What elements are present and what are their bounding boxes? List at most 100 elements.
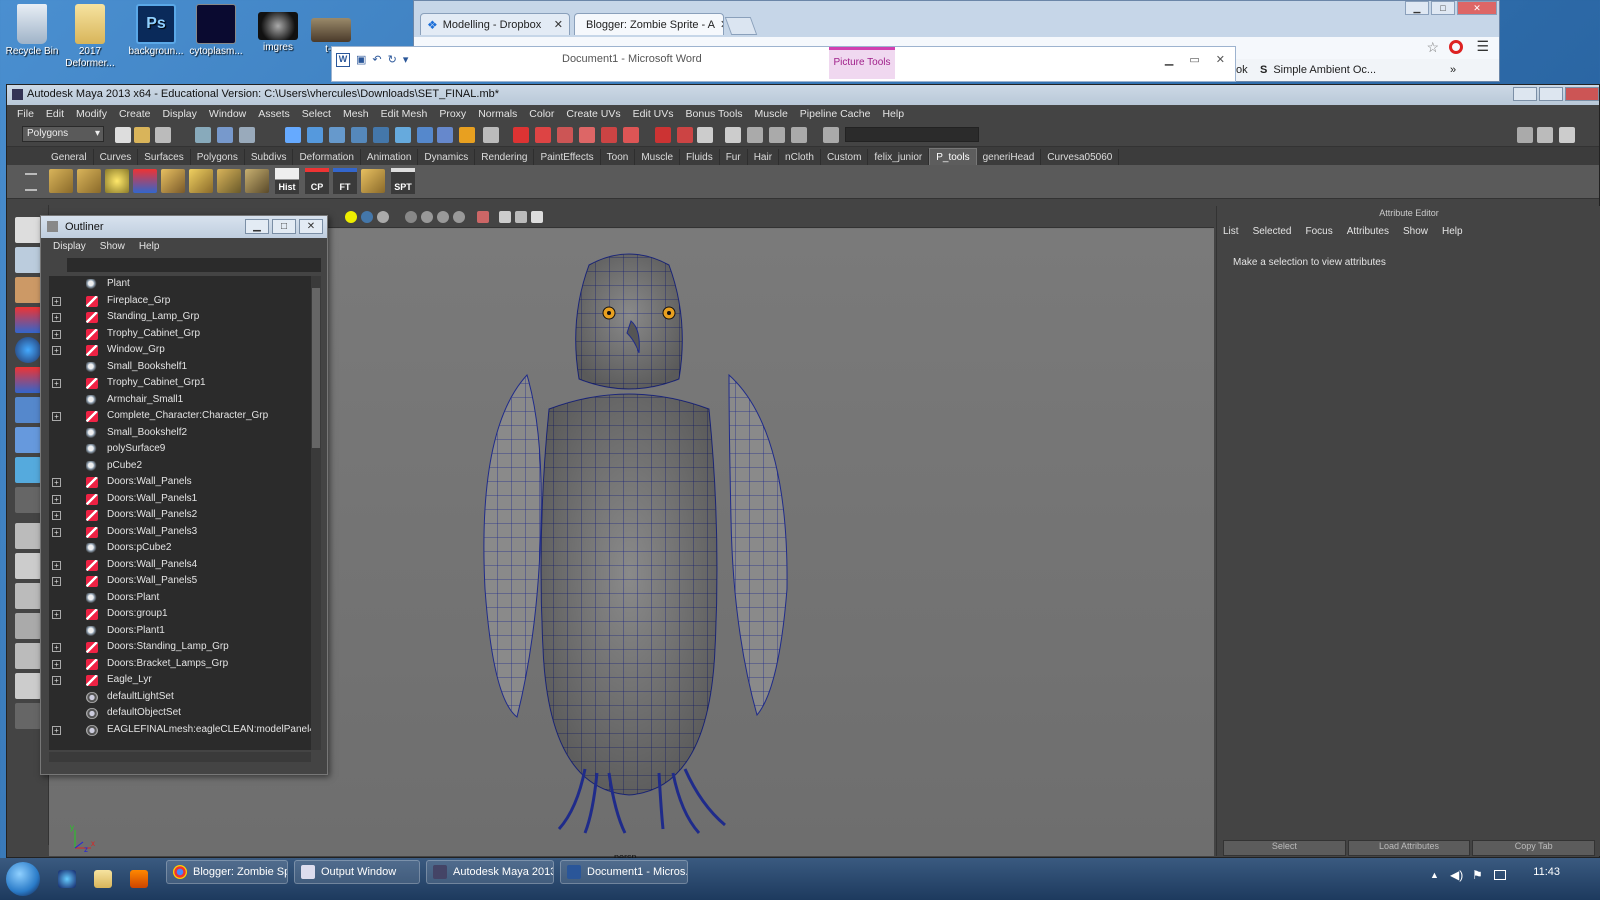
desktop-icon-folder[interactable]: 2017 Deformer... [60, 4, 120, 70]
internet-explorer-icon[interactable] [58, 870, 76, 888]
close-button[interactable] [1565, 87, 1599, 101]
scale-tool-icon[interactable] [15, 367, 41, 393]
minimize-button[interactable]: ▁ [245, 219, 269, 234]
snap-curve-icon[interactable] [307, 127, 323, 143]
browser-tab-dropbox[interactable]: ❖ Modelling - Dropbox ✕ [420, 13, 570, 35]
menu-display[interactable]: Display [162, 108, 196, 120]
shelf-tab-fur[interactable]: Fur [720, 149, 748, 165]
shelf-tab-subdivs[interactable]: Subdivs [245, 149, 294, 165]
maximize-button[interactable] [1539, 87, 1563, 101]
menu-set-dropdown[interactable]: Polygons ▾ [22, 126, 104, 142]
graph-editor-icon[interactable] [769, 127, 785, 143]
expand-icon[interactable]: + [52, 494, 61, 504]
close-button[interactable]: ✕ [1216, 53, 1225, 66]
history-icon[interactable] [417, 127, 433, 143]
outliner-item[interactable]: + Doors:Wall_Panels5 [49, 573, 311, 590]
menu-icon[interactable]: ☰ [1476, 38, 1489, 55]
layout-icon[interactable] [725, 127, 741, 143]
shelf-tab-painteffects[interactable]: PaintEffects [534, 149, 601, 165]
shelf-tab-p-tools[interactable]: P_tools [929, 148, 977, 165]
shelf-tool-icon[interactable] [361, 169, 385, 193]
close-icon[interactable]: ✕ [554, 18, 563, 31]
taskbar-item-chrome[interactable]: Blogger: Zombie Spri... [166, 860, 288, 884]
channel-box-toggle-icon[interactable] [1559, 127, 1575, 143]
copy-tab-button[interactable]: Copy Tab [1472, 840, 1596, 856]
shelf-tab-felix-junior[interactable]: felix_junior [868, 149, 930, 165]
shelf-tab-toon[interactable]: Toon [601, 149, 636, 165]
menu-edit-mesh[interactable]: Edit Mesh [381, 108, 428, 120]
expand-icon[interactable]: + [52, 296, 61, 306]
outliner-item[interactable]: + Eagle_Lyr [49, 672, 311, 689]
history-shelf-button[interactable]: Hist [275, 168, 299, 194]
construction-history-icon[interactable] [459, 127, 475, 143]
menu-color[interactable]: Color [529, 108, 554, 120]
expand-icon[interactable]: + [52, 478, 61, 487]
persp-hypergraph-layout-icon[interactable] [15, 673, 41, 699]
menu-edit-uvs[interactable]: Edit UVs [633, 108, 674, 120]
select-component-icon[interactable] [239, 127, 255, 143]
hypershade-icon[interactable] [579, 127, 595, 143]
expand-icon[interactable]: + [52, 346, 61, 355]
expand-icon[interactable]: + [52, 329, 61, 339]
shelf-tool-icon[interactable] [217, 169, 241, 193]
ipr-render-icon[interactable] [535, 127, 551, 143]
expand-icon[interactable]: + [52, 643, 61, 652]
cp-shelf-button[interactable]: CP [305, 168, 329, 194]
start-button[interactable] [6, 862, 40, 896]
attr-menu-attributes[interactable]: Attributes [1347, 226, 1389, 237]
menu-help[interactable]: Help [882, 108, 904, 120]
shelf-tab-general[interactable]: General [45, 149, 94, 165]
outliner-item[interactable]: + Trophy_Cabinet_Grp [49, 326, 311, 343]
desktop-icon-imgres[interactable]: imgres [248, 4, 308, 54]
shelf-tab-custom[interactable]: Custom [821, 149, 869, 165]
shelf-tab-surfaces[interactable]: Surfaces [138, 149, 191, 165]
help-icon[interactable] [437, 127, 453, 143]
outliner-item[interactable]: pCube2 [49, 458, 311, 475]
render-settings-icon[interactable] [557, 127, 573, 143]
network-icon[interactable] [1494, 870, 1506, 880]
menu-bonus-tools[interactable]: Bonus Tools [686, 108, 743, 120]
outliner-menu-help[interactable]: Help [139, 241, 160, 253]
shelf-tab-animation[interactable]: Animation [361, 149, 419, 165]
outliner-menu-display[interactable]: Display [53, 241, 86, 253]
expand-icon[interactable]: + [52, 676, 61, 685]
attr-menu-selected[interactable]: Selected [1253, 226, 1292, 237]
explorer-icon[interactable] [94, 870, 112, 888]
undo-icon[interactable]: ↶ [372, 53, 381, 67]
snap-grid-icon[interactable] [285, 127, 301, 143]
four-view-layout-icon[interactable] [15, 553, 41, 579]
expand-icon[interactable]: + [52, 379, 61, 388]
shelf-tab-muscle[interactable]: Muscle [635, 149, 681, 165]
minimize-button[interactable]: ▁ [1405, 1, 1429, 15]
paint-select-tool-icon[interactable] [15, 277, 41, 303]
batch-render-icon[interactable] [623, 127, 639, 143]
redo-icon[interactable]: ↻ [388, 53, 397, 67]
select-button[interactable]: Select [1223, 840, 1346, 856]
share-icon[interactable] [531, 211, 543, 223]
clock[interactable]: 11:43 [1533, 866, 1560, 878]
outliner-item[interactable]: + Trophy_Cabinet_Grp1 [49, 375, 311, 392]
shelf-tab-deformation[interactable]: Deformation [293, 149, 361, 165]
use-all-lights-icon[interactable] [437, 211, 449, 223]
volume-icon[interactable]: ◀) [1450, 868, 1463, 882]
menu-assets[interactable]: Assets [258, 108, 290, 120]
expand-icon[interactable]: + [52, 577, 61, 586]
expand-icon[interactable]: + [52, 659, 61, 669]
media-player-icon[interactable] [130, 870, 148, 888]
menu-modify[interactable]: Modify [76, 108, 107, 120]
shelf-menu-icon[interactable] [25, 173, 37, 191]
shelf-tab-fluids[interactable]: Fluids [680, 149, 720, 165]
expand-icon[interactable]: + [52, 725, 61, 735]
shelf-tool-icon[interactable] [189, 169, 213, 193]
snap-point-icon[interactable] [329, 127, 345, 143]
outliner-item[interactable]: Plant [49, 276, 311, 293]
minimize-button[interactable] [1513, 87, 1537, 101]
star-icon[interactable]: ☆ [1426, 39, 1439, 56]
outliner-item[interactable]: defaultObjectSet [49, 705, 311, 722]
outliner-item[interactable]: + Complete_Character:Character_Grp [49, 408, 311, 425]
last-tool-icon[interactable] [15, 487, 41, 513]
outliner-vertical-scrollbar[interactable] [311, 276, 321, 750]
textured-icon[interactable] [421, 211, 433, 223]
bookmark-item[interactable]: ok [1236, 64, 1248, 76]
menu-normals[interactable]: Normals [478, 108, 517, 120]
